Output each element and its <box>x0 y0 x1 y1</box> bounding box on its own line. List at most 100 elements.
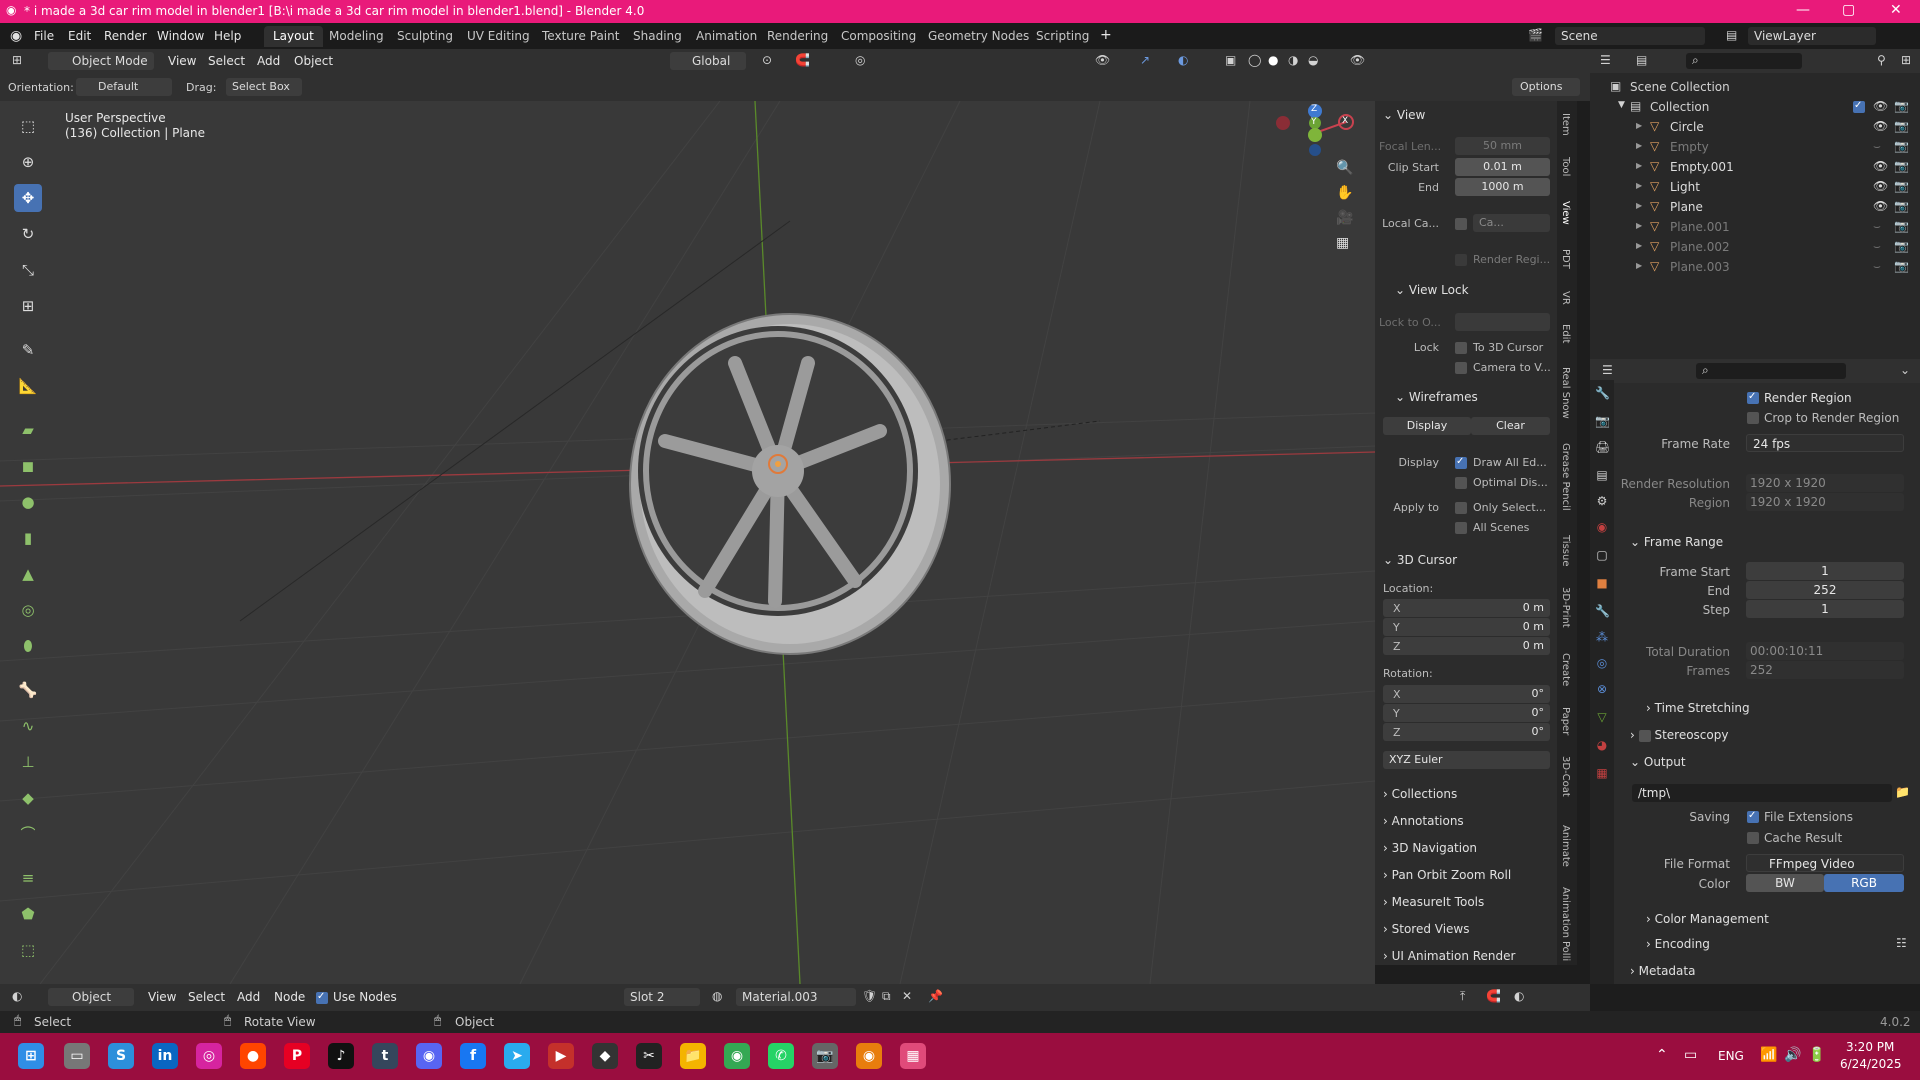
move-tool-icon[interactable]: ✥ <box>14 184 42 212</box>
add-workspace-button[interactable]: + <box>1100 27 1112 43</box>
tiktok-app-icon[interactable]: ♪ <box>328 1043 354 1069</box>
tab-scripting[interactable]: Scripting <box>1027 26 1098 47</box>
transform-tool-icon[interactable]: ⊞ <box>14 292 42 320</box>
outliner-object-row[interactable]: ▶ ▽ Plane.001 ⌣ 📷 <box>1590 217 1920 237</box>
color-rgb-button[interactable]: RGB <box>1824 874 1904 892</box>
tab-uv-editing[interactable]: UV Editing <box>458 26 539 47</box>
transform-orientation[interactable]: Global <box>670 52 746 70</box>
data-props-icon[interactable]: ▽ <box>1595 710 1609 724</box>
local-camera-checkbox[interactable] <box>1455 218 1467 230</box>
material-props-icon[interactable]: ◕ <box>1595 738 1609 752</box>
tab-animation[interactable]: Animation <box>1560 887 1571 938</box>
encoding-panel[interactable]: › Encoding <box>1646 937 1710 951</box>
expand-icon[interactable]: ▶ <box>1636 181 1642 190</box>
add-capsule-icon[interactable]: ⬮ <box>14 632 42 660</box>
constraints-props-icon[interactable]: ⊗ <box>1595 682 1609 696</box>
material-slot-select[interactable]: Slot 2 <box>624 988 700 1006</box>
scale-tool-icon[interactable]: ⤡ <box>14 256 42 284</box>
world-props-icon[interactable]: ◉ <box>1595 520 1609 534</box>
visibility-icon[interactable]: 👁 <box>1095 54 1110 66</box>
physics-props-icon[interactable]: ◎ <box>1595 656 1609 670</box>
camera-app-icon[interactable]: 📷 <box>812 1043 838 1069</box>
cache-result-checkbox[interactable] <box>1747 832 1759 844</box>
frame-range-header[interactable]: ⌄ Frame Range <box>1630 535 1723 549</box>
menu-help[interactable]: Help <box>214 29 241 43</box>
only-selected-checkbox[interactable] <box>1455 502 1467 514</box>
menu-object[interactable]: Object <box>294 54 333 68</box>
start-windows-icon[interactable]: ⊞ <box>18 1043 44 1069</box>
tab-polli[interactable]: Polli <box>1560 941 1571 961</box>
instagram-app-icon[interactable]: ◎ <box>196 1043 222 1069</box>
tab-3d-coat[interactable]: 3D-Coat <box>1560 756 1571 797</box>
object-render-icon[interactable]: 📷 <box>1894 240 1909 252</box>
overlay-icon[interactable]: ◐ <box>1514 990 1524 1002</box>
tab-pdt[interactable]: PDT <box>1560 249 1571 269</box>
time-stretching-panel[interactable]: › Time Stretching <box>1646 701 1750 715</box>
pan-hand-icon[interactable]: ✋ <box>1336 186 1353 200</box>
tumblr-app-icon[interactable]: t <box>372 1043 398 1069</box>
modifier-props-icon[interactable]: 🔧 <box>1595 604 1610 618</box>
capcut-app-icon[interactable]: ✂ <box>636 1043 662 1069</box>
camera-to-view-checkbox[interactable] <box>1455 362 1467 374</box>
draw-all-edges-checkbox[interactable] <box>1455 456 1467 469</box>
add-curve-icon[interactable]: ∿ <box>14 712 42 740</box>
filter-icon[interactable]: ⚲ <box>1877 54 1886 66</box>
object-render-icon[interactable]: 📷 <box>1894 260 1909 272</box>
properties-options-icon[interactable]: ⌄ <box>1900 364 1910 376</box>
outliner-object-row[interactable]: ▶ ▽ Plane.002 ⌣ 📷 <box>1590 237 1920 257</box>
pivot-icon[interactable]: ⊙ <box>762 54 772 66</box>
frame-rate-select[interactable]: 24 fps <box>1746 434 1904 452</box>
wireframe-shading-icon[interactable]: ◯ <box>1248 54 1261 66</box>
render-props-icon[interactable]: 📷 <box>1595 414 1610 428</box>
object-visibility-icon[interactable]: 👁 <box>1873 180 1888 192</box>
clock-time[interactable]: 3:20 PM <box>1846 1040 1894 1054</box>
add-mesh-extra-icon[interactable]: ⬚ <box>14 936 42 964</box>
expand-icon[interactable]: ▶ <box>1636 201 1642 210</box>
cursor-location-x[interactable]: 0 m <box>1383 599 1550 617</box>
xray-icon[interactable]: ▣ <box>1225 54 1236 66</box>
wifi-icon[interactable]: 📶 <box>1760 1047 1777 1063</box>
output-panel[interactable]: ⌄ Output <box>1630 755 1686 769</box>
cursor-rotation-x[interactable]: 0° <box>1383 685 1550 703</box>
tab-compositing[interactable]: Compositing <box>832 26 925 47</box>
object-visibility-icon[interactable]: ⌣ <box>1873 140 1881 152</box>
object-visibility-icon[interactable]: ⌣ <box>1873 220 1881 232</box>
all-scenes-checkbox[interactable] <box>1455 522 1467 534</box>
volume-icon[interactable]: 🔊 <box>1784 1047 1801 1063</box>
chrome-app-icon[interactable]: ◉ <box>724 1043 750 1069</box>
file-extensions-checkbox[interactable] <box>1747 810 1759 823</box>
outliner-object-row[interactable]: ▶ ▽ Circle 👁 📷 <box>1590 117 1920 137</box>
tray-language[interactable]: ENG <box>1718 1049 1744 1063</box>
stereoscopy-panel[interactable]: › Stereoscopy <box>1630 728 1728 742</box>
view-lock-header[interactable]: ⌄ View Lock <box>1395 283 1469 297</box>
view-layer-selector[interactable]: ViewLayer <box>1748 27 1876 45</box>
drag-selector[interactable]: Select Box <box>226 78 302 96</box>
material-shading-icon[interactable]: ◑ <box>1288 54 1298 66</box>
render-region-checkbox[interactable] <box>1455 254 1467 266</box>
local-camera-field[interactable]: Ca... <box>1473 214 1550 232</box>
add-torus-icon[interactable]: ◎ <box>14 596 42 624</box>
encoding-presets-icon[interactable]: ☷ <box>1896 937 1907 949</box>
3d-navigation-panel[interactable]: › 3D Navigation <box>1383 841 1477 855</box>
display-mode-icon[interactable]: ▤ <box>1636 54 1647 66</box>
menu-render[interactable]: Render <box>104 29 147 43</box>
maximize-button[interactable]: ▢ <box>1842 2 1855 18</box>
close-button[interactable]: ✕ <box>1890 2 1902 18</box>
clock-date[interactable]: 6/24/2025 <box>1840 1057 1902 1071</box>
photos-app-icon[interactable]: ▦ <box>900 1043 926 1069</box>
orientation-selector[interactable]: Default <box>76 78 172 96</box>
solid-shading-icon[interactable]: ● <box>1268 54 1278 66</box>
expand-icon[interactable]: ▶ <box>1636 241 1642 250</box>
object-visibility-icon[interactable]: ⌣ <box>1873 240 1881 252</box>
tab-modeling[interactable]: Modeling <box>320 26 393 47</box>
scene-selector[interactable]: Scene <box>1555 27 1705 45</box>
shader-menu-view[interactable]: View <box>148 990 176 1004</box>
tray-keyboard-icon[interactable]: ▭ <box>1684 1047 1697 1063</box>
new-collection-icon[interactable]: ⊞ <box>1901 54 1911 66</box>
tab-geometry-nodes[interactable]: Geometry Nodes <box>919 26 1038 47</box>
scene-icon[interactable]: 🎬 <box>1528 29 1543 41</box>
outliner-scene-collection[interactable]: ▣ Scene Collection <box>1590 77 1920 97</box>
file-format-select[interactable]: FFmpeg Video <box>1746 854 1904 872</box>
stereoscopy-checkbox[interactable] <box>1638 729 1651 742</box>
battery-icon[interactable]: 🔋 <box>1808 1047 1825 1063</box>
